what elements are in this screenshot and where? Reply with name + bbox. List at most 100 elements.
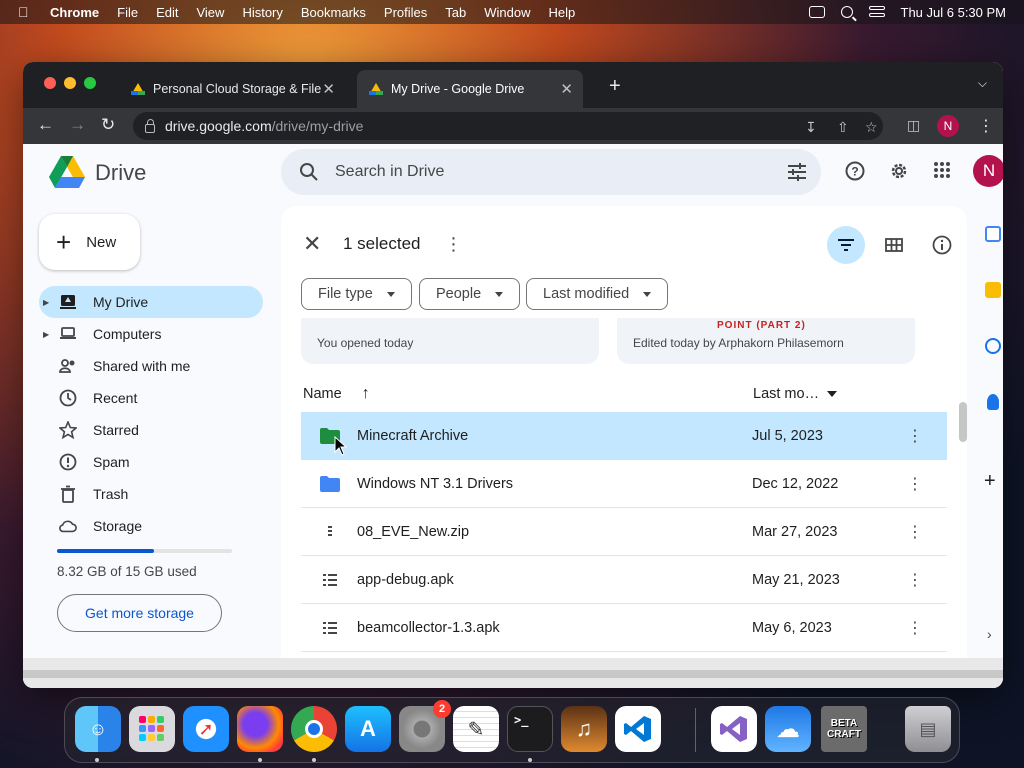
apple-menu-icon[interactable]:  bbox=[18, 4, 36, 20]
betacraft-app-icon[interactable]: BETA CRAFT bbox=[821, 706, 867, 752]
fullscreen-window-button[interactable] bbox=[84, 77, 96, 89]
details-info-toggle[interactable] bbox=[923, 226, 961, 264]
menu-window[interactable]: Window bbox=[484, 5, 530, 20]
reload-icon[interactable]: ↻ bbox=[101, 115, 115, 135]
suggested-file-card[interactable]: You opened today bbox=[301, 318, 599, 364]
share-icon[interactable]: ⇧ bbox=[837, 119, 849, 136]
get-more-storage-button[interactable]: Get more storage bbox=[57, 594, 222, 632]
menu-app-name[interactable]: Chrome bbox=[50, 5, 99, 20]
file-row-eve-zip[interactable]: 08_EVE_New.zip Mar 27, 2023 ⋮ bbox=[301, 508, 947, 556]
menu-view[interactable]: View bbox=[196, 5, 224, 20]
filter-sort-toggle[interactable] bbox=[827, 226, 865, 264]
menu-profiles[interactable]: Profiles bbox=[384, 5, 427, 20]
menu-file[interactable]: File bbox=[117, 5, 138, 20]
garageband-app-icon[interactable]: ♫ bbox=[561, 706, 607, 752]
menu-tab[interactable]: Tab bbox=[445, 5, 466, 20]
new-tab-plus-icon[interactable]: + bbox=[609, 75, 621, 98]
sidebar-item-starred[interactable]: Starred bbox=[39, 414, 263, 446]
expand-arrow-icon[interactable]: ▶ bbox=[43, 330, 53, 339]
expand-arrow-icon[interactable]: ▶ bbox=[43, 298, 53, 307]
chrome-app-icon[interactable] bbox=[291, 706, 337, 752]
grid-view-toggle[interactable] bbox=[875, 226, 913, 264]
menu-bookmarks[interactable]: Bookmarks bbox=[301, 5, 366, 20]
control-center-icon[interactable] bbox=[868, 6, 885, 18]
forward-arrow-icon[interactable]: → bbox=[69, 115, 86, 135]
get-add-ons-plus-icon[interactable]: + bbox=[984, 470, 996, 493]
app-store-app-icon[interactable]: A bbox=[345, 706, 391, 752]
sidebar-item-storage[interactable]: Storage bbox=[39, 510, 263, 542]
file-row-beamcollector-apk[interactable]: beamcollector-1.3.apk May 6, 2023 ⋮ bbox=[301, 604, 947, 652]
side-panel-icon[interactable]: ◫ bbox=[907, 117, 920, 134]
row-more-actions-icon[interactable]: ⋮ bbox=[907, 474, 923, 494]
search-options-icon[interactable] bbox=[787, 163, 807, 181]
system-settings-app-icon[interactable]: 2 bbox=[399, 700, 451, 752]
sort-ascending-arrow-icon[interactable]: ↑ bbox=[362, 385, 370, 403]
drive-title[interactable]: Drive bbox=[95, 160, 146, 186]
search-bar[interactable] bbox=[281, 149, 821, 195]
account-avatar[interactable]: N bbox=[973, 155, 1003, 187]
calendar-icon[interactable] bbox=[985, 226, 1001, 242]
filter-last-modified[interactable]: Last modified bbox=[526, 278, 669, 310]
bookmark-star-icon[interactable]: ☆ bbox=[865, 119, 878, 136]
sidebar-item-spam[interactable]: Spam bbox=[39, 446, 263, 478]
menu-history[interactable]: History bbox=[242, 5, 282, 20]
settings-gear-icon[interactable] bbox=[889, 161, 909, 181]
finder-app-icon[interactable]: ☺ bbox=[75, 706, 121, 752]
chrome-menu-icon[interactable]: ⋮ bbox=[978, 116, 994, 136]
column-header-name[interactable]: Name ↑ bbox=[303, 382, 370, 406]
row-more-actions-icon[interactable]: ⋮ bbox=[907, 522, 923, 542]
textedit-app-icon[interactable]: ✎ bbox=[453, 706, 499, 752]
sidebar-item-my-drive[interactable]: ▶ My Drive bbox=[39, 286, 263, 318]
close-window-button[interactable] bbox=[44, 77, 56, 89]
file-row-app-debug-apk[interactable]: app-debug.apk May 21, 2023 ⋮ bbox=[301, 556, 947, 604]
tab-search-chevron-icon[interactable]: ⌵ bbox=[978, 76, 987, 91]
row-more-actions-icon[interactable]: ⋮ bbox=[907, 570, 923, 590]
clear-selection-close-icon[interactable]: ✕ bbox=[303, 231, 333, 257]
tab-personal-cloud-storage[interactable]: Personal Cloud Storage & File S ✕ bbox=[119, 70, 345, 108]
tab-close-icon[interactable]: ✕ bbox=[322, 80, 335, 98]
minimize-window-button[interactable] bbox=[64, 77, 76, 89]
tasks-icon[interactable] bbox=[985, 338, 1001, 354]
new-button[interactable]: + New bbox=[39, 214, 140, 270]
filter-file-type[interactable]: File type bbox=[301, 278, 412, 310]
install-app-icon[interactable]: ↧ bbox=[805, 119, 817, 136]
column-header-last-modified[interactable]: Last mo… bbox=[753, 382, 838, 406]
menubar-clock[interactable]: Thu Jul 6 5:30 PM bbox=[901, 5, 1007, 20]
file-row-windows-nt-drivers[interactable]: Windows NT 3.1 Drivers Dec 12, 2022 ⋮ bbox=[301, 460, 947, 508]
launchpad-app-icon[interactable] bbox=[129, 706, 175, 752]
keep-icon[interactable] bbox=[985, 282, 1001, 298]
suggested-file-card[interactable]: POINT (PART 2) Edited today by Arphakorn… bbox=[617, 318, 915, 364]
search-icon[interactable] bbox=[299, 162, 319, 182]
sidebar-item-shared-with-me[interactable]: Shared with me bbox=[39, 350, 263, 382]
sidebar-item-recent[interactable]: Recent bbox=[39, 382, 263, 414]
file-list-scrollbar[interactable] bbox=[959, 402, 967, 442]
row-more-actions-icon[interactable]: ⋮ bbox=[907, 618, 923, 638]
sidebar-item-trash[interactable]: Trash bbox=[39, 478, 263, 510]
firefox-app-icon[interactable] bbox=[237, 706, 283, 752]
menu-help[interactable]: Help bbox=[549, 5, 576, 20]
help-icon[interactable]: ? bbox=[845, 161, 865, 181]
screen-mirroring-icon[interactable] bbox=[808, 6, 825, 18]
search-input[interactable] bbox=[335, 149, 755, 195]
show-side-panel-chevron-icon[interactable]: › bbox=[987, 626, 992, 642]
terminal-app-icon[interactable]: >_ bbox=[507, 706, 553, 752]
safari-app-icon[interactable]: ➚ bbox=[183, 706, 229, 752]
address-bar[interactable]: drive.google.com/drive/my-drive ↧ ⇧ ☆ bbox=[133, 112, 883, 140]
browser-profile-avatar[interactable]: N bbox=[937, 115, 959, 137]
horizontal-scroll-thumb[interactable] bbox=[23, 670, 1003, 678]
sidebar-item-computers[interactable]: ▶ Computers bbox=[39, 318, 263, 350]
lock-icon[interactable] bbox=[145, 118, 155, 133]
horizontal-scrollbar[interactable] bbox=[23, 658, 1003, 688]
sort-menu-caret-icon[interactable] bbox=[827, 391, 838, 397]
visual-studio-app-icon[interactable] bbox=[711, 706, 757, 752]
tab-close-icon[interactable]: ✕ bbox=[560, 80, 573, 98]
filter-people[interactable]: People bbox=[419, 278, 521, 310]
row-more-actions-icon[interactable]: ⋮ bbox=[907, 426, 923, 446]
vscode-app-icon[interactable] bbox=[615, 706, 661, 752]
tab-my-drive[interactable]: My Drive - Google Drive ✕ bbox=[357, 70, 583, 108]
file-row-minecraft-archive[interactable]: Minecraft Archive Jul 5, 2023 ⋮ bbox=[301, 412, 947, 460]
weather-app-icon[interactable]: ☁ bbox=[765, 706, 811, 752]
back-arrow-icon[interactable]: ← bbox=[37, 115, 54, 135]
contacts-icon[interactable] bbox=[987, 394, 999, 410]
menu-edit[interactable]: Edit bbox=[156, 5, 178, 20]
